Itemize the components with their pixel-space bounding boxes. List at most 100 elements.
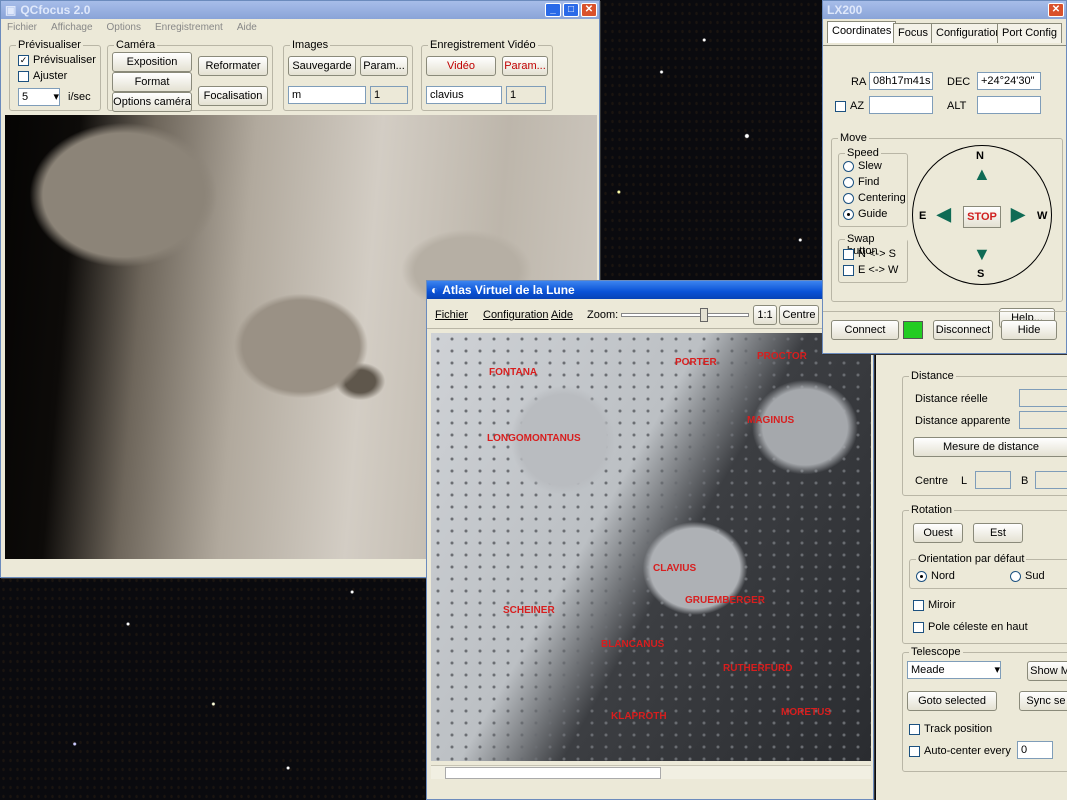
az-checkbox[interactable]: AZ bbox=[835, 100, 864, 112]
menu-fichier[interactable]: Fichier bbox=[435, 309, 468, 321]
alt-field[interactable] bbox=[977, 96, 1041, 114]
distance-group: Distance Distance réelle Distance appare… bbox=[902, 370, 1067, 496]
close-icon[interactable]: ✕ bbox=[1048, 3, 1064, 17]
coordinates-panel: RA 08h17m41s DEC +24°24'30" AZ ALT Move … bbox=[823, 45, 1066, 345]
hide-button[interactable]: Hide bbox=[1001, 320, 1057, 340]
az-field[interactable] bbox=[869, 96, 933, 114]
camera-options-button[interactable]: Options caméra bbox=[112, 92, 192, 112]
swap-ew-checkbox[interactable]: E <-> W bbox=[843, 264, 898, 276]
menu-configuration[interactable]: Configuration bbox=[483, 309, 548, 321]
menu-options[interactable]: Options bbox=[107, 22, 141, 33]
zoom-slider-thumb[interactable] bbox=[700, 308, 708, 322]
speed-slew-radio[interactable]: Slew bbox=[843, 160, 882, 172]
rotation-group: Rotation Ouest Est Orientation par défau… bbox=[902, 504, 1067, 644]
west-button[interactable]: Ouest bbox=[913, 523, 963, 543]
apparent-distance-field bbox=[1019, 411, 1067, 429]
east-button[interactable]: Est bbox=[973, 523, 1023, 543]
atlas-toolbar: Fichier Configuration Aide Zoom: 1:1 Cen… bbox=[427, 299, 873, 329]
arrow-up-icon[interactable]: ▲ bbox=[973, 164, 991, 185]
crater-label[interactable]: LONGOMONTANUS bbox=[487, 433, 581, 444]
focalisation-button[interactable]: Focalisation bbox=[198, 86, 268, 106]
reformater-button[interactable]: Reformater bbox=[198, 56, 268, 76]
images-param-button[interactable]: Param... bbox=[360, 56, 408, 76]
crater-label[interactable]: SCHEINER bbox=[503, 605, 555, 616]
close-icon[interactable]: ✕ bbox=[581, 3, 597, 17]
dec-field[interactable]: +24°24'30" bbox=[977, 72, 1041, 90]
track-position-checkbox[interactable]: Track position bbox=[909, 723, 992, 735]
video-index-input[interactable]: 1 bbox=[506, 86, 546, 104]
tab-focus[interactable]: Focus bbox=[893, 23, 933, 43]
format-button[interactable]: Format bbox=[112, 72, 192, 92]
atlas-scrollbar-h[interactable] bbox=[431, 765, 871, 779]
show-button[interactable]: Show M bbox=[1027, 661, 1067, 681]
speed-guide-radio[interactable]: Guide bbox=[843, 208, 887, 220]
swap-ns-checkbox[interactable]: N <-> S bbox=[843, 248, 896, 260]
sync-button[interactable]: Sync se bbox=[1019, 691, 1067, 711]
crater-label[interactable]: PORTER bbox=[675, 357, 717, 368]
video-button[interactable]: Vidéo bbox=[426, 56, 496, 76]
mirror-checkbox[interactable]: Miroir bbox=[913, 599, 956, 611]
radio-label: Slew bbox=[858, 160, 882, 172]
crater-label[interactable]: CLAVIUS bbox=[653, 563, 696, 574]
south-radio[interactable]: Sud bbox=[1010, 570, 1045, 582]
crater-label[interactable]: GRUEMBERGER bbox=[685, 595, 765, 606]
ra-field[interactable]: 08h17m41s bbox=[869, 72, 933, 90]
minimize-icon[interactable]: _ bbox=[545, 3, 561, 17]
b-label: B bbox=[1021, 475, 1029, 487]
scope-titlebar[interactable]: LX200 ✕ bbox=[823, 1, 1066, 19]
crater-label[interactable]: RUTHERFURD bbox=[723, 663, 792, 674]
auto-center-checkbox[interactable]: Auto-center every bbox=[909, 745, 1011, 757]
stop-button[interactable]: STOP bbox=[963, 206, 1001, 228]
menu-fichier[interactable]: Fichier bbox=[7, 22, 37, 33]
menu-aide[interactable]: Aide bbox=[237, 22, 257, 33]
measure-distance-button[interactable]: Mesure de distance bbox=[913, 437, 1067, 457]
preview-checkbox[interactable]: ✓ Prévisualiser bbox=[18, 54, 96, 66]
connect-button[interactable]: Connect bbox=[831, 320, 899, 340]
save-button[interactable]: Sauvegarde bbox=[288, 56, 356, 76]
dec-label: DEC bbox=[947, 76, 971, 88]
video-param-button[interactable]: Param... bbox=[502, 56, 548, 76]
menu-enregistrement[interactable]: Enregistrement bbox=[155, 22, 223, 33]
scroll-thumb[interactable] bbox=[445, 767, 661, 779]
crater-label[interactable]: MAGINUS bbox=[747, 415, 794, 426]
telescope-select[interactable]: Meade ▾ bbox=[907, 661, 1001, 679]
tab-port-config[interactable]: Port Config bbox=[997, 23, 1063, 43]
arrow-left-icon[interactable]: ◀ bbox=[937, 204, 951, 225]
zoom-slider[interactable] bbox=[621, 308, 749, 322]
image-name-input[interactable]: m bbox=[288, 86, 366, 104]
disconnect-button[interactable]: Disconnect bbox=[933, 320, 993, 340]
speed-find-radio[interactable]: Find bbox=[843, 176, 879, 188]
tab-configuration[interactable]: Configuration bbox=[931, 23, 1007, 43]
maximize-icon[interactable]: □ bbox=[563, 3, 579, 17]
speed-centering-radio[interactable]: Centering bbox=[843, 192, 906, 204]
crater-label[interactable]: FONTANA bbox=[489, 367, 537, 378]
group-label: Enregistrement Vidéo bbox=[428, 39, 538, 51]
rate-select[interactable]: 5 ▾ bbox=[18, 88, 60, 106]
celestial-pole-checkbox[interactable]: Pole céleste en haut bbox=[913, 621, 1028, 633]
video-name-input[interactable]: clavius bbox=[426, 86, 502, 104]
goto-selected-button[interactable]: Goto selected bbox=[907, 691, 997, 711]
atlas-titlebar[interactable]: ◐ Atlas Virtuel de la Lune bbox=[427, 281, 873, 299]
auto-center-input[interactable]: 0 bbox=[1017, 741, 1053, 759]
crater-label[interactable]: MORETUS bbox=[781, 707, 831, 718]
crater-label[interactable]: BLANCANUS bbox=[601, 639, 664, 650]
north-radio[interactable]: Nord bbox=[916, 570, 955, 582]
centre-button[interactable]: Centre bbox=[779, 305, 819, 325]
crater-label[interactable]: PROCTOR bbox=[757, 351, 807, 362]
menu-affichage[interactable]: Affichage bbox=[51, 22, 93, 33]
image-index-input[interactable]: 1 bbox=[370, 86, 408, 104]
ra-label: RA bbox=[851, 76, 867, 88]
moon-atlas-map[interactable]: FONTANA LONGOMONTANUS CLAVIUS BLANCANUS … bbox=[431, 333, 871, 761]
crater-label[interactable]: KLAPROTH bbox=[611, 711, 667, 722]
arrow-down-icon[interactable]: ▼ bbox=[973, 244, 991, 265]
tab-coordinates[interactable]: Coordinates bbox=[827, 21, 897, 43]
menu-aide[interactable]: Aide bbox=[551, 309, 573, 321]
exposition-button[interactable]: Exposition bbox=[112, 52, 192, 72]
arrow-right-icon[interactable]: ▶ bbox=[1011, 204, 1025, 225]
qcfocus-titlebar[interactable]: ▣ QCfocus 2.0 _ □ ✕ bbox=[1, 1, 599, 19]
radio-label: Centering bbox=[858, 192, 906, 204]
zoom-1-1-button[interactable]: 1:1 bbox=[753, 305, 777, 325]
adjust-checkbox[interactable]: Ajuster bbox=[18, 70, 67, 82]
l-field bbox=[975, 471, 1011, 489]
l-label: L bbox=[961, 475, 968, 487]
